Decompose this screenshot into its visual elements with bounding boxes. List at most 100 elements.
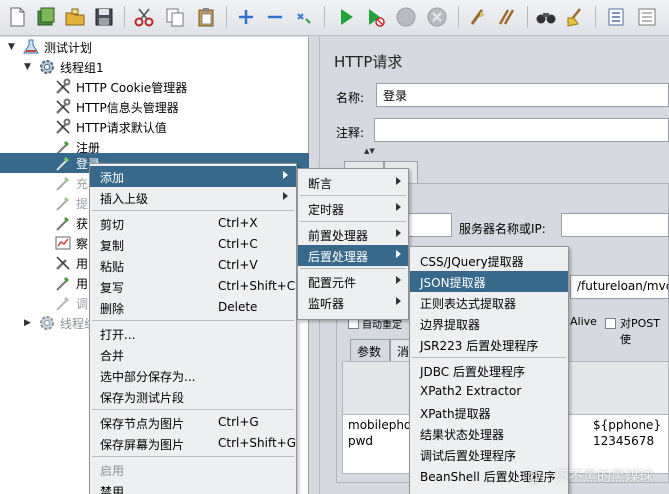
tree-item-label: 用 — [76, 257, 89, 271]
menu-item-add[interactable]: 添加 — [90, 166, 296, 187]
tree-item-label: 测试计划 — [44, 41, 93, 55]
menu-item-label: JDBC 后置处理程序 — [420, 365, 525, 379]
param-value[interactable]: ${pphone} — [593, 418, 661, 432]
menu-item-listener[interactable]: 监听器 — [298, 292, 408, 313]
menu-item-pre-processor[interactable]: 前置处理器 — [298, 224, 408, 245]
open-icon[interactable] — [62, 4, 88, 30]
tab-params[interactable]: 参数 — [350, 339, 390, 361]
menu-shortcut: Delete — [218, 300, 258, 314]
toggle-icon[interactable] — [291, 4, 317, 30]
toolbar-separator — [226, 6, 227, 28]
context-menu: 添加 插入上级 剪切 Ctrl+X 复制 Ctrl+C 粘贴 Ctrl+V 复写… — [89, 163, 297, 494]
menu-item-boundary-extractor[interactable]: 边界提取器 — [410, 313, 568, 334]
menu-item-jsr223-postprocessor[interactable]: JSR223 后置处理程序 — [410, 334, 568, 355]
menu-item-label: 插入上级 — [100, 192, 149, 206]
chart-icon — [54, 234, 72, 252]
reset-search-icon[interactable] — [562, 4, 588, 30]
collapse-icon[interactable] — [262, 4, 288, 30]
menu-item-regex-extractor[interactable]: 正则表达式提取器 — [410, 292, 568, 313]
menu-item-open[interactable]: 打开... — [90, 323, 296, 344]
menu-item-save-fragment[interactable]: 保存为测试片段 — [90, 386, 296, 407]
name-field[interactable]: 登录 — [376, 83, 669, 107]
comment-field[interactable] — [374, 118, 669, 142]
tree-item-thread-group[interactable]: ▼ 线程组1 — [0, 57, 309, 77]
menu-item-assertion[interactable]: 断言 — [298, 172, 408, 193]
menu-item-merge[interactable]: 合并 — [90, 344, 296, 365]
tree-item-test-plan[interactable]: ▼ 测试计划 — [0, 37, 309, 57]
expand-icon[interactable] — [233, 4, 259, 30]
pipette-icon — [54, 154, 72, 172]
menu-item-config-element[interactable]: 配置元件 — [298, 271, 408, 292]
toolbar-separator — [124, 6, 125, 28]
new-icon[interactable] — [4, 4, 30, 30]
help-icon[interactable] — [634, 4, 660, 30]
tree-item-request-defaults[interactable]: HTTP请求默认值 — [0, 117, 309, 137]
menu-item-label: 结果状态处理器 — [420, 428, 505, 442]
param-value[interactable]: 12345678 — [593, 434, 654, 448]
menu-item-label: 合并 — [100, 349, 125, 363]
menu-item-xpath-extractor[interactable]: XPath提取器 — [410, 402, 568, 423]
clear-icon[interactable] — [465, 4, 491, 30]
menu-item-label: CSS/JQuery提取器 — [420, 255, 524, 269]
menu-item-copy[interactable]: 复制 Ctrl+C — [90, 234, 296, 255]
server-label: 服务器名称或IP: — [459, 222, 546, 236]
menu-item-label: 复写 — [100, 281, 125, 295]
start-no-pause-icon[interactable] — [362, 4, 388, 30]
menu-shortcut: Ctrl+G — [218, 415, 259, 429]
menu-item-save-selection[interactable]: 选中部分保存为... — [90, 365, 296, 386]
tree-collapsed-icon[interactable]: ▶ — [24, 318, 34, 328]
function-helper-icon[interactable] — [603, 4, 629, 30]
start-icon[interactable] — [333, 4, 359, 30]
menu-item-cut[interactable]: 剪切 Ctrl+X — [90, 213, 296, 234]
clear-all-icon[interactable] — [494, 4, 520, 30]
menu-item-post-processor[interactable]: 后置处理器 — [298, 245, 408, 266]
flask-icon — [22, 38, 40, 56]
menu-item-delete[interactable]: 删除 Delete — [90, 297, 296, 318]
menu-separator — [412, 357, 566, 358]
menu-item-disable[interactable]: 禁用 — [90, 480, 296, 494]
menu-item-paste[interactable]: 粘贴 Ctrl+V — [90, 255, 296, 276]
menu-separator — [92, 409, 294, 410]
menu-item-label: 调试后置处理程序 — [420, 449, 517, 463]
menu-item-duplicate[interactable]: 复写 Ctrl+Shift+C — [90, 276, 296, 297]
param-name[interactable]: pwd — [348, 434, 373, 448]
tree-expanded-icon[interactable]: ▼ — [24, 62, 34, 72]
tree-item-label: HTTP信息头管理器 — [76, 101, 179, 115]
menu-item-enable[interactable]: 启用 — [90, 459, 296, 480]
panel-title: HTTP请求 — [334, 53, 403, 71]
stop-icon[interactable] — [393, 4, 419, 30]
menu-item-debug-postprocessor[interactable]: 调试后置处理程序 — [410, 444, 568, 465]
tree-item-cookie-manager[interactable]: HTTP Cookie管理器 — [0, 77, 309, 97]
server-field[interactable] — [561, 213, 669, 237]
tree-item-header-manager[interactable]: HTTP信息头管理器 — [0, 97, 309, 117]
copy-icon[interactable] — [162, 4, 188, 30]
menu-item-save-node-image[interactable]: 保存节点为图片 Ctrl+G — [90, 412, 296, 433]
shutdown-icon[interactable] — [424, 4, 450, 30]
wrench-icon — [54, 98, 72, 116]
cut-icon[interactable] — [131, 4, 157, 30]
menu-item-result-status-handler[interactable]: 结果状态处理器 — [410, 423, 568, 444]
post-multipart-checkbox[interactable] — [605, 318, 616, 329]
tree-expanded-icon[interactable]: ▼ — [8, 42, 18, 52]
paste-icon[interactable] — [193, 4, 219, 30]
menu-item-css-extractor[interactable]: CSS/JQuery提取器 — [410, 250, 568, 271]
menu-item-label: XPath2 Extractor — [420, 384, 522, 398]
templates-icon[interactable] — [33, 4, 59, 30]
tree-item-label: 调 — [76, 297, 89, 311]
comment-label: 注释: — [336, 126, 365, 140]
path-field[interactable]: /futureloan/mvc/a — [570, 275, 669, 299]
save-icon[interactable] — [91, 4, 117, 30]
toolbar-separator — [324, 6, 325, 28]
menu-item-insert-parent[interactable]: 插入上级 — [90, 187, 296, 208]
menu-item-xpath2-extractor[interactable]: XPath2 Extractor — [410, 381, 568, 402]
menu-item-save-screen-image[interactable]: 保存屏幕为图片 Ctrl+Shift+G — [90, 433, 296, 454]
menu-item-label: JSON提取器 — [420, 276, 486, 290]
menu-item-jdbc-postprocessor[interactable]: JDBC 后置处理程序 — [410, 360, 568, 381]
post-processor-submenu: CSS/JQuery提取器 JSON提取器 正则表达式提取器 边界提取器 JSR… — [409, 246, 569, 494]
watermark: @一只不黑的黑煤球 — [527, 469, 653, 485]
menu-shortcut: Ctrl+V — [218, 258, 258, 272]
menu-item-json-extractor[interactable]: JSON提取器 — [410, 271, 568, 292]
splitter-arrows[interactable]: ▲▼ — [364, 147, 375, 155]
search-icon[interactable] — [533, 4, 559, 30]
menu-item-timer[interactable]: 定时器 — [298, 198, 408, 219]
